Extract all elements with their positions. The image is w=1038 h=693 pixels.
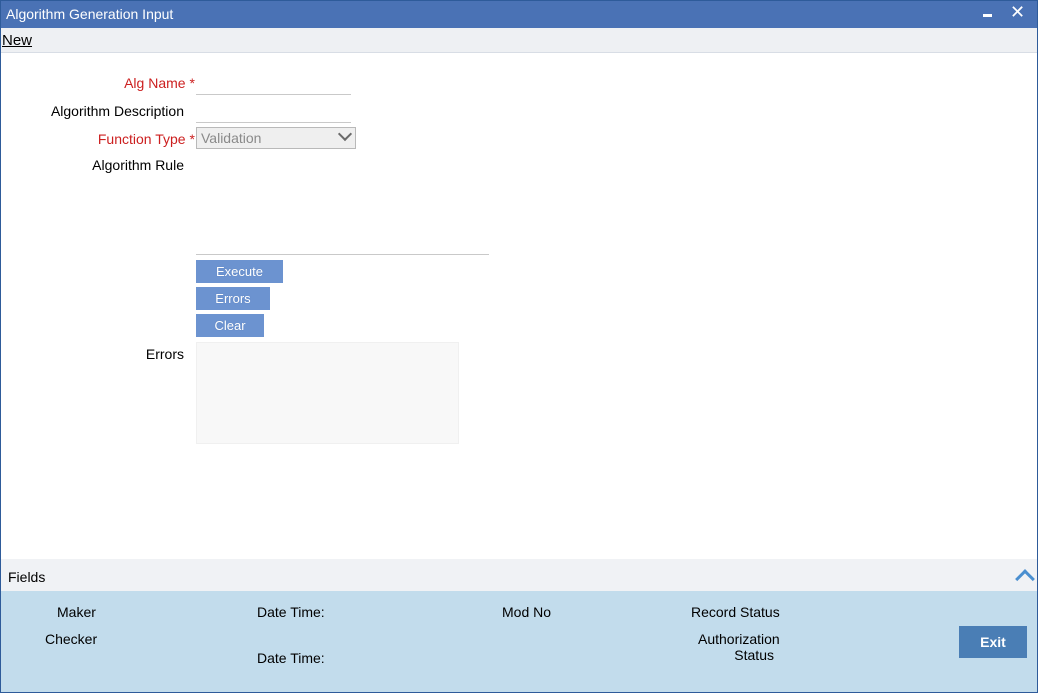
- function-type-label-text: Function Type: [97, 131, 186, 147]
- alg-name-input[interactable]: [196, 73, 351, 95]
- authorization-status-label: Authorization Status: [698, 631, 780, 663]
- menu-bar: New: [1, 28, 1037, 53]
- errors-label: Errors: [145, 346, 184, 362]
- maker-date-time-label: Date Time:: [257, 604, 325, 620]
- alg-name-label: Alg Name *: [61, 75, 195, 91]
- title-bar: Algorithm Generation Input ✕: [1, 1, 1037, 28]
- algorithm-description-label: Algorithm Description: [50, 103, 184, 119]
- record-status-label: Record Status: [691, 604, 780, 620]
- execute-button[interactable]: Execute: [196, 260, 283, 283]
- algorithm-rule-textarea[interactable]: [196, 157, 489, 255]
- errors-button[interactable]: Errors: [196, 287, 270, 310]
- function-type-select[interactable]: Validation: [196, 126, 356, 149]
- required-marker: *: [189, 131, 195, 147]
- fields-bar: Fields: [1, 559, 1037, 591]
- algorithm-rule-label: Algorithm Rule: [92, 157, 184, 173]
- exit-button[interactable]: Exit: [959, 626, 1027, 658]
- mod-no-label: Mod No: [502, 604, 552, 620]
- clear-button[interactable]: Clear: [196, 314, 264, 337]
- close-icon[interactable]: ✕: [1010, 1, 1025, 23]
- maker-label: Maker: [57, 604, 96, 620]
- algorithm-generation-window: Algorithm Generation Input ✕ New Alg Nam…: [0, 0, 1038, 693]
- window-title: Algorithm Generation Input: [6, 6, 174, 22]
- chevron-down-icon: [337, 126, 353, 142]
- authorization-label-line1: Authorization: [698, 631, 780, 647]
- audit-footer: Maker Checker Date Time: Date Time: Mod …: [1, 591, 1037, 692]
- function-type-value: Validation: [201, 130, 262, 146]
- authorization-label-line2: Status: [734, 647, 774, 663]
- function-type-label: Function Type *: [61, 131, 195, 147]
- checker-date-time-label: Date Time:: [257, 650, 325, 666]
- errors-textarea[interactable]: [196, 342, 459, 444]
- fields-label[interactable]: Fields: [8, 569, 45, 585]
- algorithm-description-input[interactable]: [196, 101, 351, 123]
- minimize-icon[interactable]: [981, 4, 995, 24]
- new-link[interactable]: New: [2, 32, 32, 49]
- required-marker: *: [189, 75, 195, 91]
- chevron-up-icon[interactable]: [1017, 567, 1033, 583]
- alg-name-label-text: Alg Name: [124, 75, 186, 91]
- checker-label: Checker: [45, 631, 98, 647]
